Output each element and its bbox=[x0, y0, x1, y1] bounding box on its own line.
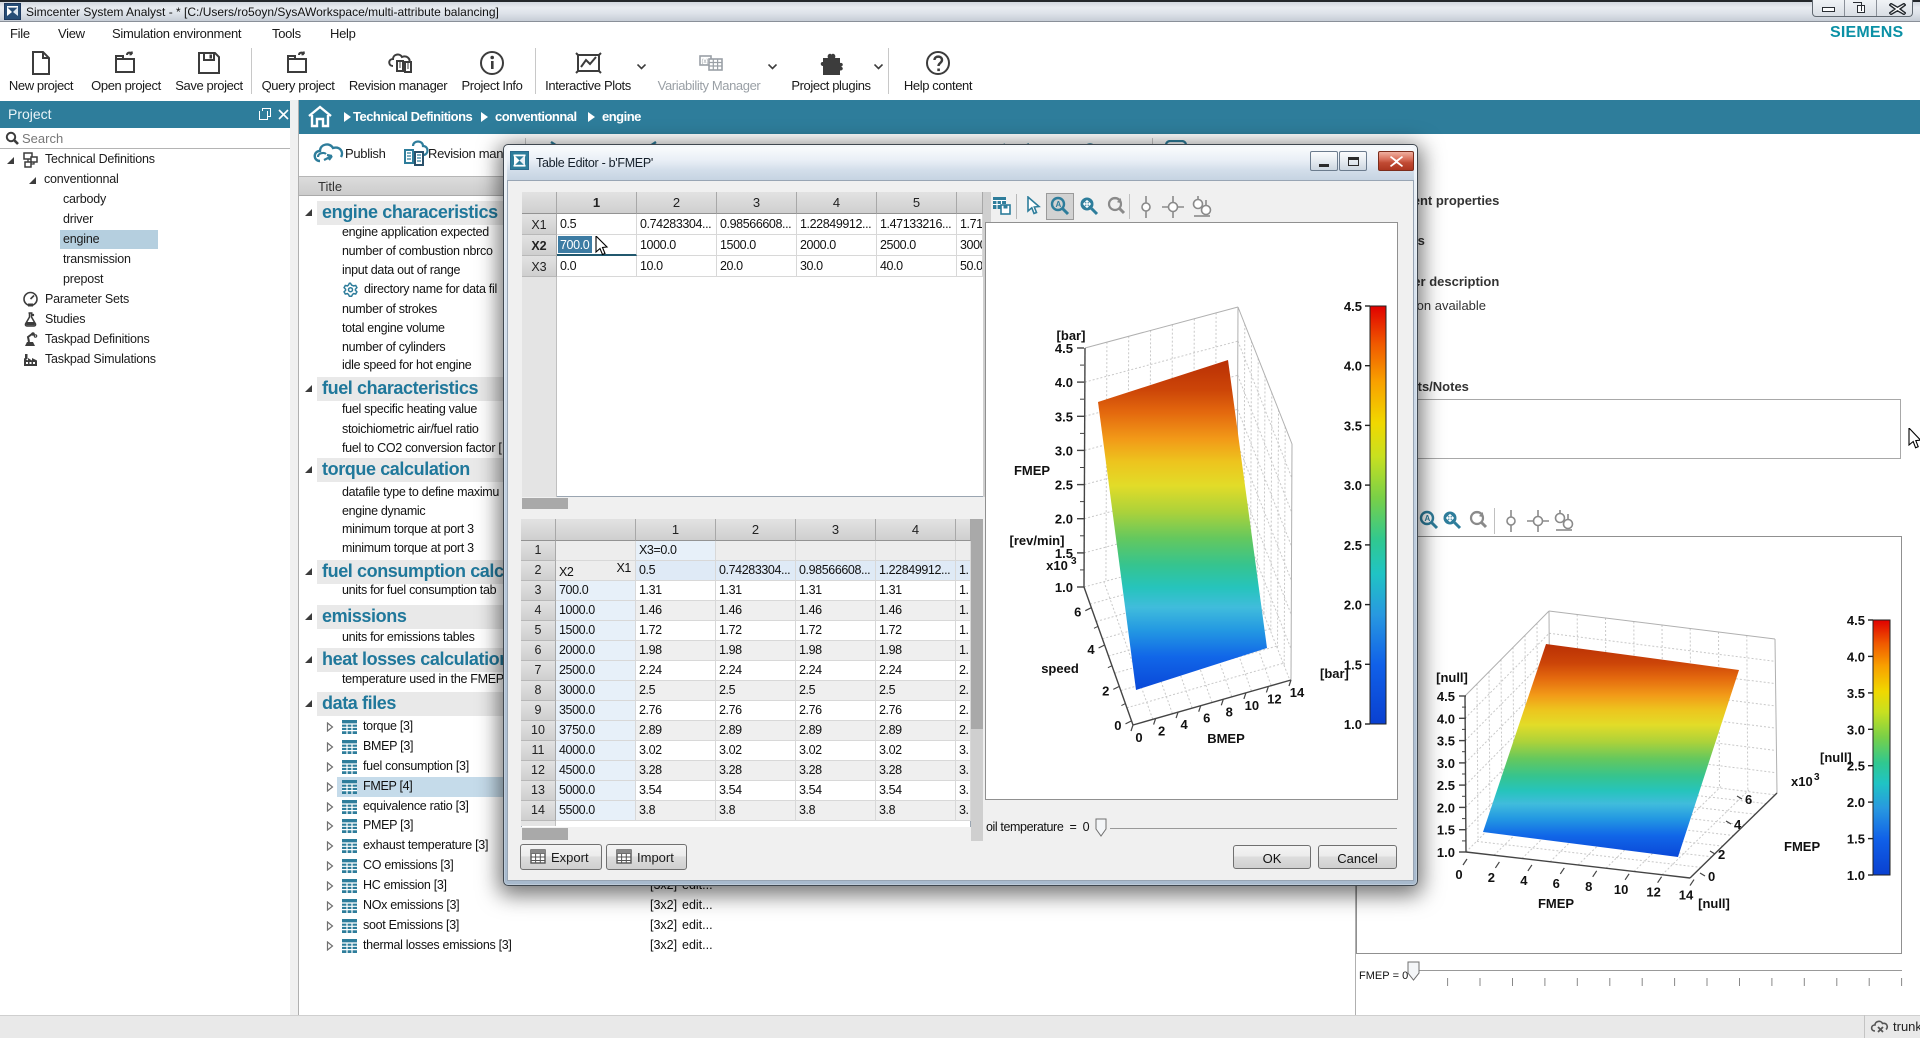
svg-text:1.0: 1.0 bbox=[1437, 845, 1455, 860]
svg-text:1.5: 1.5 bbox=[1437, 823, 1455, 838]
svg-text:4: 4 bbox=[1180, 717, 1188, 732]
svg-text:0: 0 bbox=[1455, 867, 1462, 882]
svg-text:3.0: 3.0 bbox=[1344, 478, 1362, 493]
svg-text:0: 0 bbox=[1135, 730, 1142, 745]
svg-text:3.0: 3.0 bbox=[1847, 722, 1865, 737]
svg-text:6: 6 bbox=[1745, 792, 1752, 807]
svg-text:3.5: 3.5 bbox=[1437, 734, 1455, 749]
svg-text:4.0: 4.0 bbox=[1055, 375, 1073, 390]
svg-text:2.5: 2.5 bbox=[1847, 759, 1865, 774]
svg-text:1.5: 1.5 bbox=[1847, 832, 1865, 847]
svg-text:4.0: 4.0 bbox=[1344, 359, 1362, 374]
svg-text:FMEP: FMEP bbox=[1538, 896, 1574, 911]
svg-text:0: 0 bbox=[1708, 869, 1715, 884]
svg-text:2.5: 2.5 bbox=[1344, 538, 1362, 553]
svg-text:x10: x10 bbox=[1046, 558, 1068, 573]
svg-text:6: 6 bbox=[1553, 876, 1560, 891]
svg-text:speed: speed bbox=[1041, 661, 1079, 676]
svg-text:FMEP: FMEP bbox=[1014, 463, 1050, 478]
svg-text:A: A bbox=[1056, 200, 1062, 209]
svg-text:3: 3 bbox=[1071, 556, 1077, 567]
svg-text:(x): (x) bbox=[702, 59, 709, 65]
svg-text:2.0: 2.0 bbox=[1847, 795, 1865, 810]
svg-text:6: 6 bbox=[1203, 711, 1210, 726]
svg-text:2.5: 2.5 bbox=[1437, 778, 1455, 793]
svg-text:4.5: 4.5 bbox=[1437, 689, 1455, 704]
svg-text:2.0: 2.0 bbox=[1437, 800, 1455, 815]
svg-text:x10: x10 bbox=[1791, 774, 1813, 789]
svg-text:[rev/min]: [rev/min] bbox=[1010, 533, 1065, 548]
svg-text:4.0: 4.0 bbox=[1437, 711, 1455, 726]
svg-text:FMEP: FMEP bbox=[1784, 839, 1820, 854]
svg-text:1.0: 1.0 bbox=[1847, 868, 1865, 883]
svg-text:4.0: 4.0 bbox=[1847, 649, 1865, 664]
svg-text:10: 10 bbox=[1245, 698, 1259, 713]
svg-text:3.0: 3.0 bbox=[1055, 443, 1073, 458]
svg-text:1.0: 1.0 bbox=[1344, 717, 1362, 732]
svg-text:12: 12 bbox=[1646, 885, 1660, 900]
svg-text:2: 2 bbox=[1158, 724, 1165, 739]
svg-text:2.5: 2.5 bbox=[1055, 478, 1073, 493]
svg-text:3.5: 3.5 bbox=[1847, 686, 1865, 701]
svg-text:4: 4 bbox=[1520, 873, 1528, 888]
svg-text:4: 4 bbox=[1734, 817, 1742, 832]
svg-text:2: 2 bbox=[1102, 683, 1109, 698]
svg-text:12: 12 bbox=[1267, 691, 1281, 706]
svg-text:8: 8 bbox=[1226, 704, 1233, 719]
svg-text:3.5: 3.5 bbox=[1055, 409, 1073, 424]
svg-text:6: 6 bbox=[1074, 605, 1081, 620]
svg-text:3.0: 3.0 bbox=[1437, 756, 1455, 771]
svg-text:2: 2 bbox=[1488, 870, 1495, 885]
svg-text:2: 2 bbox=[1718, 847, 1725, 862]
svg-text:4: 4 bbox=[1087, 642, 1095, 657]
svg-text:4.5: 4.5 bbox=[1344, 299, 1362, 314]
svg-text:[null]: [null] bbox=[1436, 670, 1468, 685]
svg-text:8: 8 bbox=[1585, 879, 1592, 894]
svg-text:0: 0 bbox=[1114, 718, 1121, 733]
svg-text:14: 14 bbox=[1679, 888, 1694, 903]
svg-text:2.0: 2.0 bbox=[1055, 512, 1073, 527]
svg-text:4.5: 4.5 bbox=[1847, 616, 1865, 628]
svg-text:1.0: 1.0 bbox=[1055, 580, 1073, 595]
svg-text:2.0: 2.0 bbox=[1344, 598, 1362, 613]
svg-text:14: 14 bbox=[1290, 685, 1305, 700]
svg-text:[null]: [null] bbox=[1698, 896, 1730, 911]
svg-text:4.5: 4.5 bbox=[1055, 341, 1073, 356]
svg-text:1.5: 1.5 bbox=[1344, 657, 1362, 672]
svg-text:3: 3 bbox=[1814, 772, 1820, 783]
svg-text:BMEP: BMEP bbox=[1207, 731, 1245, 746]
svg-text:3.5: 3.5 bbox=[1344, 418, 1362, 433]
svg-text:A: A bbox=[1425, 514, 1431, 523]
svg-text:10: 10 bbox=[1614, 882, 1628, 897]
svg-text:[bar]: [bar] bbox=[1057, 328, 1086, 343]
